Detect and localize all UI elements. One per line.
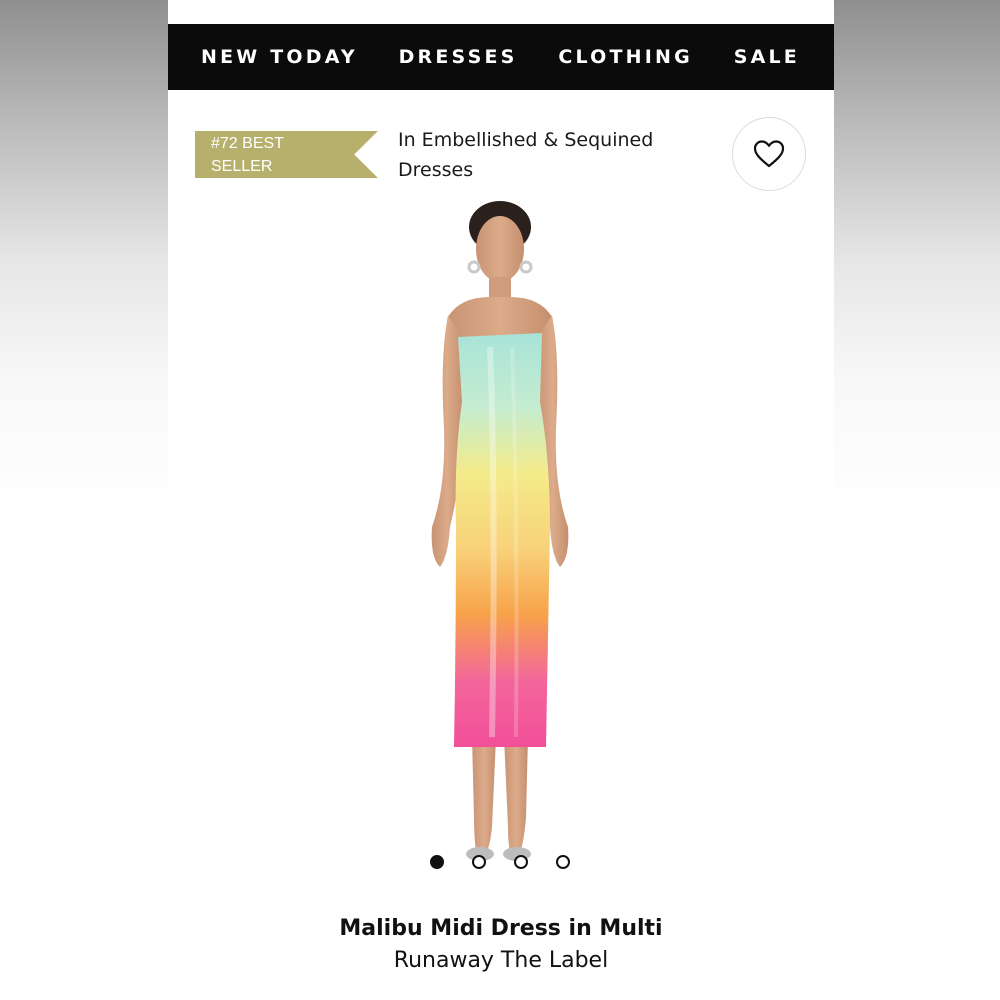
image-carousel-dots: [430, 855, 570, 869]
carousel-dot-4[interactable]: [556, 855, 570, 869]
dress-body: [454, 333, 550, 747]
carousel-dot-1[interactable]: [430, 855, 444, 869]
earring-left: [467, 260, 481, 274]
model-leg-right: [504, 737, 528, 852]
model-head: [476, 216, 524, 282]
earring-right: [519, 260, 533, 274]
favorite-button[interactable]: [732, 117, 806, 191]
product-name[interactable]: Malibu Midi Dress in Multi: [168, 916, 834, 941]
carousel-dot-2[interactable]: [472, 855, 486, 869]
product-brand[interactable]: Runaway The Label: [168, 948, 834, 973]
top-nav: NEW TODAY DRESSES CLOTHING SALE: [168, 24, 834, 90]
nav-sale[interactable]: SALE: [734, 46, 800, 68]
category-link[interactable]: In Embellished & Sequined Dresses: [398, 125, 698, 185]
nav-new-today[interactable]: NEW TODAY: [201, 46, 358, 68]
carousel-dot-3[interactable]: [514, 855, 528, 869]
nav-clothing[interactable]: CLOTHING: [558, 46, 693, 68]
heart-icon: [753, 140, 785, 168]
best-seller-label: SELLER: [211, 158, 273, 175]
product-image[interactable]: [400, 197, 610, 877]
category-line-2: Dresses: [398, 159, 474, 181]
best-seller-rank: #72 BEST: [211, 135, 284, 152]
best-seller-badge: #72 BEST SELLER: [195, 131, 378, 178]
nav-dresses[interactable]: DRESSES: [399, 46, 518, 68]
category-line-1: In Embellished & Sequined: [398, 129, 654, 151]
model-leg-left: [472, 737, 496, 852]
product-screen: NEW TODAY DRESSES CLOTHING SALE #72 BEST…: [168, 0, 834, 1000]
